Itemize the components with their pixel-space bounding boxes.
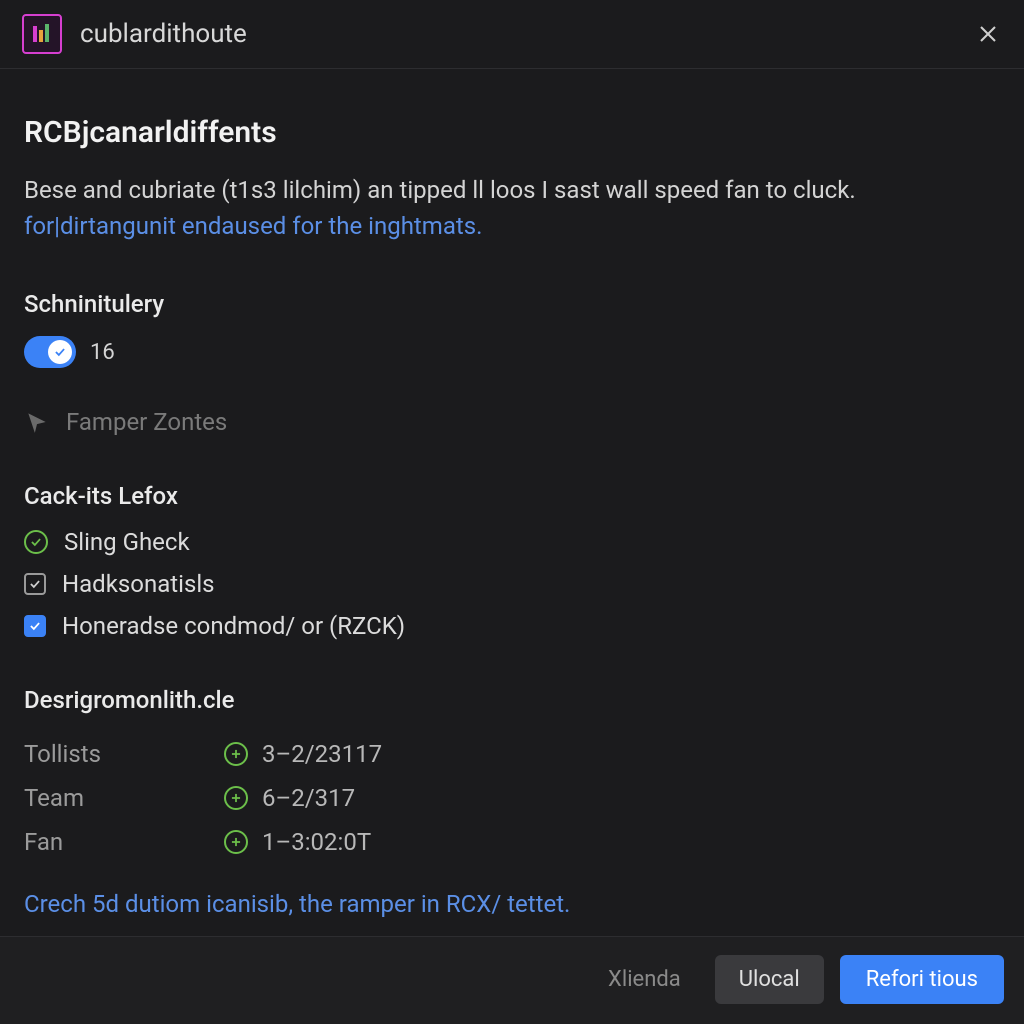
- toggle-knob: [48, 340, 72, 364]
- add-icon[interactable]: [224, 786, 248, 810]
- detail-table: Tollists 3–2/23117 Team 6–2/317 Fan: [24, 732, 1000, 864]
- close-icon: [976, 22, 1000, 46]
- checkbox-checked-icon[interactable]: [24, 615, 46, 637]
- check-item-sling[interactable]: Sling Gheck: [24, 528, 1000, 556]
- page-description: Bese and cubriate (t1s3 lilchim) an tipp…: [24, 172, 1000, 244]
- close-button[interactable]: [974, 20, 1002, 48]
- detail-row: Team 6–2/317: [24, 776, 1000, 820]
- section-title-toggle: Schninitulery: [24, 290, 1000, 318]
- description-link[interactable]: for|dirtangunit endaused for the inghtma…: [24, 212, 482, 240]
- add-icon[interactable]: [224, 830, 248, 854]
- app-title: cublardithoute: [80, 19, 247, 49]
- dialog-footer: Xlienda Ulocal Refori tious: [0, 936, 1024, 1024]
- check-item-label: Honeradse condmod/ or (RZCK): [62, 612, 405, 640]
- enable-toggle[interactable]: [24, 336, 76, 368]
- check-item-hadk[interactable]: Hadksonatisls: [24, 570, 1000, 598]
- detail-value-cell: 6–2/317: [224, 784, 355, 812]
- check-icon: [53, 345, 67, 359]
- detail-key: Team: [24, 784, 224, 812]
- detail-row: Tollists 3–2/23117: [24, 732, 1000, 776]
- status-success-icon: [24, 530, 48, 554]
- check-list: Sling Gheck Hadksonatisls Honeradse cond…: [24, 528, 1000, 640]
- detail-key: Tollists: [24, 740, 224, 768]
- detail-value: 1–3:02:0T: [262, 828, 371, 856]
- check-item-label: Hadksonatisls: [62, 570, 215, 598]
- detail-value-cell: 3–2/23117: [224, 740, 382, 768]
- detail-key: Fan: [24, 828, 224, 856]
- primary-button[interactable]: Refori tious: [840, 955, 1004, 1004]
- pointer-icon: [24, 409, 50, 435]
- toggle-value: 16: [90, 340, 115, 365]
- footer-help-link[interactable]: Crech 5d dutiom icanisib, the ramper in …: [24, 890, 1000, 918]
- footer-help-link-text[interactable]: Crech 5d dutiom icanisib, the ramper in …: [24, 890, 570, 918]
- check-item-honer[interactable]: Honeradse condmod/ or (RZCK): [24, 612, 1000, 640]
- add-icon[interactable]: [224, 742, 248, 766]
- checkbox-unchecked-icon[interactable]: [24, 573, 46, 595]
- secondary-button[interactable]: Ulocal: [715, 955, 824, 1004]
- page-heading: RCBjcanarldiffents: [24, 115, 1000, 150]
- app-icon: [22, 14, 62, 54]
- muted-item: Famper Zontes: [24, 408, 1000, 436]
- section-title-detail: Desrigromonlith.cle: [24, 686, 1000, 714]
- check-item-label: Sling Gheck: [64, 528, 190, 556]
- detail-value: 3–2/23117: [262, 740, 382, 768]
- titlebar: cublardithoute: [0, 0, 1024, 69]
- muted-item-label: Famper Zontes: [66, 408, 227, 436]
- tertiary-button[interactable]: Xlienda: [590, 957, 699, 1002]
- section-title-checks: Cack-its Lefox: [24, 482, 1000, 510]
- detail-value: 6–2/317: [262, 784, 355, 812]
- dialog-content: RCBjcanarldiffents Bese and cubriate (t1…: [0, 69, 1024, 936]
- toggle-row: 16: [24, 336, 1000, 368]
- detail-value-cell: 1–3:02:0T: [224, 828, 371, 856]
- description-text: Bese and cubriate (t1s3 lilchim) an tipp…: [24, 176, 856, 204]
- detail-row: Fan 1–3:02:0T: [24, 820, 1000, 864]
